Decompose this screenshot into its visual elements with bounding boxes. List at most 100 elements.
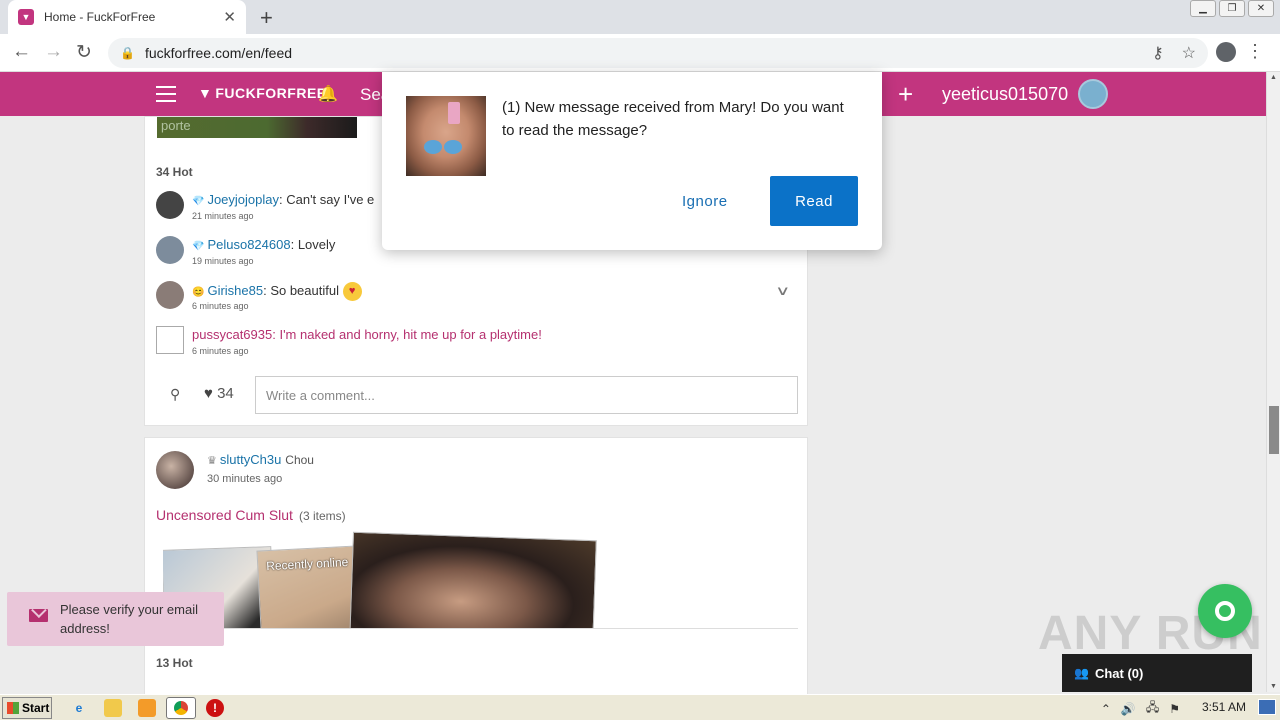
diamond-icon: 💎 bbox=[192, 241, 205, 252]
windows-taskbar: Start e ! ⌃ 🔊 🖧 ⚑ 3:51 AM bbox=[0, 694, 1280, 720]
volume-icon[interactable]: 🔊 bbox=[1121, 702, 1136, 716]
key-icon[interactable]: ⚷ bbox=[1152, 43, 1164, 63]
post-time: 30 minutes ago bbox=[207, 473, 283, 485]
message-notification-popup: (1) New message received from Mary! Do y… bbox=[382, 72, 882, 250]
read-button[interactable]: Read bbox=[770, 176, 858, 226]
media-player-icon[interactable] bbox=[138, 699, 156, 717]
notification-message: (1) New message received from Mary! Do y… bbox=[502, 99, 844, 139]
address-bar[interactable]: 🔒 fuckforfree.com/en/feed bbox=[108, 38, 1208, 68]
broken-avatar-image[interactable] bbox=[156, 326, 184, 354]
album-title[interactable]: Uncensored Cum Slut bbox=[156, 507, 293, 523]
avatar[interactable] bbox=[156, 451, 194, 489]
avatar[interactable] bbox=[156, 191, 184, 219]
chat-bar[interactable]: 👥 Chat (0) bbox=[1062, 654, 1252, 692]
comment-text: : Lovely bbox=[290, 237, 336, 252]
hamburger-menu-icon[interactable] bbox=[156, 86, 176, 102]
scroll-down-icon[interactable]: ▼ bbox=[1270, 683, 1277, 690]
avatar[interactable] bbox=[156, 236, 184, 264]
album-photo[interactable] bbox=[349, 531, 597, 628]
photo-detail bbox=[444, 140, 462, 154]
folder-icon[interactable] bbox=[104, 699, 122, 717]
window-controls: ▁ ❐ ✕ bbox=[1187, 0, 1274, 17]
page-scrollbar[interactable]: ▲ ▼ bbox=[1266, 72, 1280, 692]
sender-photo bbox=[406, 96, 486, 176]
photo-watermark: porte bbox=[161, 118, 191, 133]
envelope-icon bbox=[29, 609, 48, 622]
tray-arrow-icon[interactable]: ⌃ bbox=[1101, 702, 1111, 716]
minimize-button[interactable]: ▁ bbox=[1190, 0, 1216, 17]
comment-author[interactable]: Girishe85 bbox=[207, 283, 263, 298]
album-title-link[interactable]: Uncensored Cum Slut (3 items) bbox=[156, 507, 346, 523]
ie-icon[interactable]: e bbox=[70, 699, 88, 717]
comment-author[interactable]: Joeyjojoplay bbox=[207, 192, 279, 207]
comment-input[interactable] bbox=[255, 376, 798, 414]
star-icon[interactable]: ☆ bbox=[1182, 43, 1196, 63]
chat-fab-button[interactable] bbox=[1198, 584, 1252, 638]
comment-text: : So beautiful bbox=[263, 282, 339, 298]
verify-email-toast[interactable]: Please verify your email address! bbox=[7, 592, 224, 646]
comment-time: 19 minutes ago bbox=[192, 256, 254, 266]
diamond-icon: 💎 bbox=[192, 196, 205, 207]
system-tray: ⌃ 🔊 🖧 ⚑ bbox=[1101, 698, 1180, 719]
browser-tab[interactable]: ▼ Home - FuckForFree ✕ bbox=[8, 0, 246, 34]
comment-author[interactable]: Peluso824608 bbox=[207, 237, 290, 252]
photo-collage[interactable]: Recently online bbox=[163, 530, 603, 628]
reload-icon[interactable]: ↻ bbox=[76, 41, 92, 64]
comment-time: 21 minutes ago bbox=[192, 211, 254, 221]
username[interactable]: yeeticus015070 bbox=[942, 84, 1068, 105]
hot-count: 13 Hot bbox=[156, 656, 193, 670]
new-tab-button[interactable]: + bbox=[260, 5, 273, 31]
photo-detail bbox=[424, 140, 442, 154]
forward-icon[interactable]: → bbox=[44, 41, 63, 63]
comment-time: 6 minutes ago bbox=[192, 346, 249, 356]
comment-text: : Can't say I've e bbox=[279, 192, 375, 207]
comment-text: : I'm naked and horny, hit me up for a p… bbox=[272, 327, 542, 342]
ignore-button[interactable]: Ignore bbox=[674, 176, 736, 226]
chevron-down-icon[interactable]: ∨ bbox=[776, 283, 791, 299]
like-button[interactable]: ♥ 34 bbox=[204, 385, 234, 402]
start-label: Start bbox=[22, 701, 50, 715]
back-icon[interactable]: ← bbox=[12, 41, 31, 63]
add-button[interactable]: + bbox=[898, 79, 913, 110]
lock-icon: 🔒 bbox=[120, 46, 135, 60]
avatar[interactable] bbox=[156, 281, 184, 309]
stop-icon[interactable]: ! bbox=[206, 699, 224, 717]
divider bbox=[156, 628, 798, 629]
menu-kebab-icon[interactable]: ⋮ bbox=[1246, 41, 1264, 62]
site-logo-icon: ▼ bbox=[18, 9, 34, 25]
close-window-button[interactable]: ✕ bbox=[1248, 0, 1274, 17]
logo-mark-icon: ▼ bbox=[198, 85, 213, 101]
location-ring-icon bbox=[1215, 601, 1235, 621]
show-desktop-icon[interactable] bbox=[1258, 699, 1276, 715]
chrome-icon[interactable] bbox=[166, 697, 196, 719]
kiss-emoji-icon: ♥ bbox=[342, 282, 362, 301]
network-icon[interactable]: 🖧 bbox=[1146, 698, 1159, 719]
flag-icon[interactable]: ⚑ bbox=[1169, 702, 1180, 716]
phone-shape bbox=[448, 102, 460, 124]
badge-icon: 😊 bbox=[192, 286, 205, 298]
clock: 3:51 AM bbox=[1201, 700, 1246, 714]
users-icon: 👥 bbox=[1074, 666, 1089, 680]
poster-name[interactable]: sluttyCh3u bbox=[220, 452, 281, 467]
album-photo[interactable]: Recently online bbox=[256, 545, 362, 628]
browser-tabstrip: ▼ Home - FuckForFree ✕ + ▁ ❐ ✕ bbox=[0, 0, 1280, 34]
profile-icon[interactable] bbox=[1216, 42, 1236, 62]
url-text: fuckforfree.com/en/feed bbox=[144, 45, 293, 61]
scroll-thumb[interactable] bbox=[1269, 406, 1279, 454]
poster-subtitle: Chou bbox=[285, 453, 314, 467]
comment-time: 6 minutes ago bbox=[192, 301, 249, 311]
scroll-up-icon[interactable]: ▲ bbox=[1270, 74, 1277, 81]
comment-author[interactable]: pussycat6935 bbox=[192, 327, 272, 342]
post-photo[interactable]: porte bbox=[157, 117, 357, 138]
start-button[interactable]: Start bbox=[2, 697, 52, 719]
close-tab-icon[interactable]: ✕ bbox=[223, 8, 236, 26]
post-actions: ⚲ ♥ 34 bbox=[156, 376, 798, 414]
bell-icon[interactable]: 🔔 bbox=[318, 84, 338, 104]
like-count: 34 bbox=[217, 385, 234, 402]
avatar[interactable] bbox=[1078, 79, 1108, 109]
logo-text: FUCKFORFREE bbox=[215, 85, 327, 101]
pin-icon[interactable]: ⚲ bbox=[170, 386, 180, 403]
windows-flag-icon bbox=[7, 702, 19, 714]
site-logo[interactable]: ▼ FUCKFORFREE bbox=[198, 85, 327, 101]
restore-button[interactable]: ❐ bbox=[1219, 0, 1245, 17]
